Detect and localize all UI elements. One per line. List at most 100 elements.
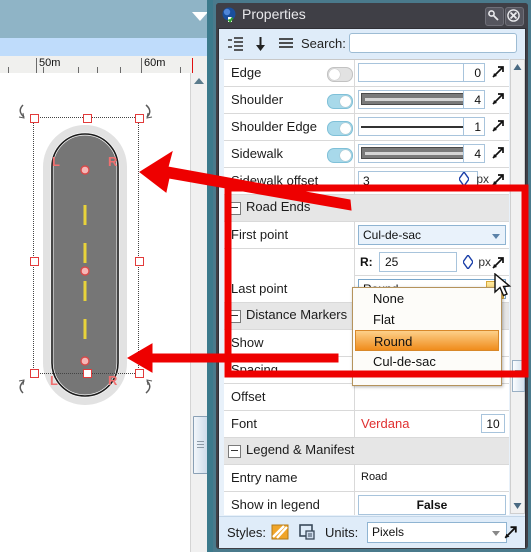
- dropdown-option-cul-de-sac[interactable]: Cul-de-sac: [353, 351, 501, 372]
- scroll-down-button[interactable]: [511, 499, 524, 513]
- font-size-value[interactable]: 10: [481, 414, 505, 433]
- row-value[interactable]: 3 px: [354, 168, 509, 194]
- units-value: Pixels: [372, 525, 405, 539]
- sidewalk-width-value[interactable]: 4: [463, 144, 485, 163]
- shoulder-edge-width-value[interactable]: 1: [463, 117, 485, 136]
- properties-scroll-thumb[interactable]: [512, 360, 525, 392]
- row-value[interactable]: 4: [354, 87, 509, 113]
- canvas-scroll-thumb[interactable]: [193, 416, 208, 474]
- dropdown-option-round[interactable]: Round: [355, 330, 499, 351]
- first-point-combo[interactable]: Cul-de-sac: [358, 225, 506, 245]
- property-row-entry-name[interactable]: Entry name Road: [224, 465, 509, 492]
- resize-handle-ml[interactable]: [30, 257, 39, 266]
- chevron-down-icon[interactable]: [492, 234, 500, 239]
- expand-icon[interactable]: [502, 524, 519, 541]
- group-header-legend-manifest[interactable]: Legend & Manifest: [224, 438, 509, 465]
- resize-handle-bl[interactable]: [30, 369, 39, 378]
- scroll-grip-icon: [515, 373, 522, 374]
- scroll-up-button[interactable]: [511, 60, 524, 74]
- close-icon[interactable]: [505, 7, 524, 26]
- row-value[interactable]: [354, 384, 509, 410]
- last-point-dropdown-list[interactable]: None Flat Round Cul-de-sac: [352, 287, 502, 386]
- dropdown-option-none[interactable]: None: [353, 288, 501, 309]
- property-row-sidewalk[interactable]: Sidewalk 4: [224, 141, 509, 168]
- keyframe-diamond-icon[interactable]: [459, 172, 469, 186]
- expand-icon[interactable]: [490, 255, 506, 271]
- properties-panel: Properties Search: Edge 0 Shoulder 4 Sho…: [213, 0, 531, 552]
- canvas-vertical-scrollbar[interactable]: [190, 73, 208, 552]
- expand-icon[interactable]: [490, 64, 506, 80]
- row-value[interactable]: Road: [354, 465, 509, 491]
- collapse-expander-icon[interactable]: [228, 202, 241, 215]
- property-row-show-in-legend[interactable]: Show in legend False: [224, 492, 509, 515]
- row-label: Sidewalk: [231, 146, 284, 161]
- resize-handle-br[interactable]: [135, 369, 144, 378]
- property-row-offset[interactable]: Offset: [224, 384, 509, 411]
- resize-handle-tc[interactable]: [83, 114, 92, 123]
- expand-icon[interactable]: [490, 118, 506, 134]
- row-value[interactable]: Verdana 10: [354, 411, 509, 437]
- properties-title-bar[interactable]: Properties: [216, 3, 528, 28]
- road-marker-bottom-left: L: [50, 373, 58, 388]
- edge-width-value[interactable]: 0: [463, 63, 485, 82]
- entry-name-value[interactable]: Road: [361, 471, 387, 483]
- collapse-triangle-icon[interactable]: [192, 12, 208, 21]
- property-row-first-point[interactable]: First point Cul-de-sac: [224, 222, 509, 249]
- row-value[interactable]: 0: [354, 60, 509, 86]
- row-value[interactable]: False: [354, 492, 509, 515]
- save-style-icon[interactable]: [299, 524, 316, 540]
- row-value[interactable]: 1: [354, 114, 509, 140]
- dropdown-option-flat[interactable]: Flat: [353, 309, 501, 330]
- shoulder-edge-line-preview[interactable]: [358, 117, 474, 136]
- selection-bounding-box[interactable]: [30, 114, 144, 378]
- drawing-canvas-area[interactable]: 50m 60m L R L R: [0, 0, 216, 552]
- group-header-road-ends[interactable]: Road Ends: [224, 195, 509, 222]
- group-label: Road Ends: [246, 199, 311, 214]
- row-label: Shoulder: [231, 92, 284, 107]
- collapse-expander-icon[interactable]: [228, 310, 241, 323]
- sidewalk-toggle[interactable]: [327, 148, 353, 163]
- shoulder-width-value[interactable]: 4: [463, 90, 485, 109]
- horizontal-ruler[interactable]: 50m 60m: [0, 56, 216, 74]
- row-label: Sidewalk offset: [231, 173, 319, 188]
- search-input[interactable]: [349, 33, 517, 53]
- row-label: Edge: [231, 65, 262, 80]
- resize-handle-mr[interactable]: [135, 257, 144, 266]
- radius-label: R:: [360, 255, 373, 269]
- keyframe-diamond-icon[interactable]: [463, 255, 473, 269]
- list-icon[interactable]: [279, 37, 293, 51]
- expand-icon[interactable]: [490, 91, 506, 107]
- resize-handle-bc[interactable]: [83, 369, 92, 378]
- shoulder-line-preview[interactable]: [358, 90, 474, 109]
- canvas-body[interactable]: L R L R: [0, 73, 216, 552]
- property-row-shoulder-edge[interactable]: Shoulder Edge 1: [224, 114, 509, 141]
- radius-input[interactable]: 25: [379, 252, 457, 272]
- resize-handle-tl[interactable]: [30, 114, 39, 123]
- collapse-expander-icon[interactable]: [228, 445, 241, 458]
- shoulder-toggle[interactable]: [327, 94, 353, 109]
- expand-icon[interactable]: [490, 145, 506, 161]
- property-row-sidewalk-offset[interactable]: Sidewalk offset 3 px: [224, 168, 509, 195]
- property-row-shoulder[interactable]: Shoulder 4: [224, 87, 509, 114]
- sort-category-icon[interactable]: [228, 37, 243, 51]
- edge-line-preview[interactable]: [358, 63, 474, 82]
- style-swatch-icon[interactable]: [271, 524, 289, 540]
- show-in-legend-value[interactable]: False: [358, 495, 506, 515]
- expand-icon[interactable]: [490, 172, 506, 188]
- property-row-edge[interactable]: Edge 0: [224, 60, 509, 87]
- chevron-down-icon[interactable]: [492, 531, 500, 536]
- scroll-up-icon[interactable]: [194, 78, 204, 84]
- edge-toggle[interactable]: [327, 67, 353, 82]
- property-row-radius[interactable]: R: 25 px: [354, 249, 509, 276]
- property-row-font[interactable]: Font Verdana 10: [224, 411, 509, 438]
- resize-handle-tr[interactable]: [135, 114, 144, 123]
- units-combo[interactable]: Pixels: [367, 522, 507, 543]
- row-value[interactable]: 4: [354, 141, 509, 167]
- sidewalk-line-preview[interactable]: [358, 144, 474, 163]
- row-label: Last point: [231, 281, 288, 296]
- row-value[interactable]: Cul-de-sac: [354, 222, 509, 248]
- font-value[interactable]: Verdana: [361, 416, 409, 431]
- shoulder-edge-toggle[interactable]: [327, 121, 353, 136]
- pin-icon[interactable]: [485, 7, 504, 26]
- arrow-down-icon[interactable]: [255, 37, 266, 51]
